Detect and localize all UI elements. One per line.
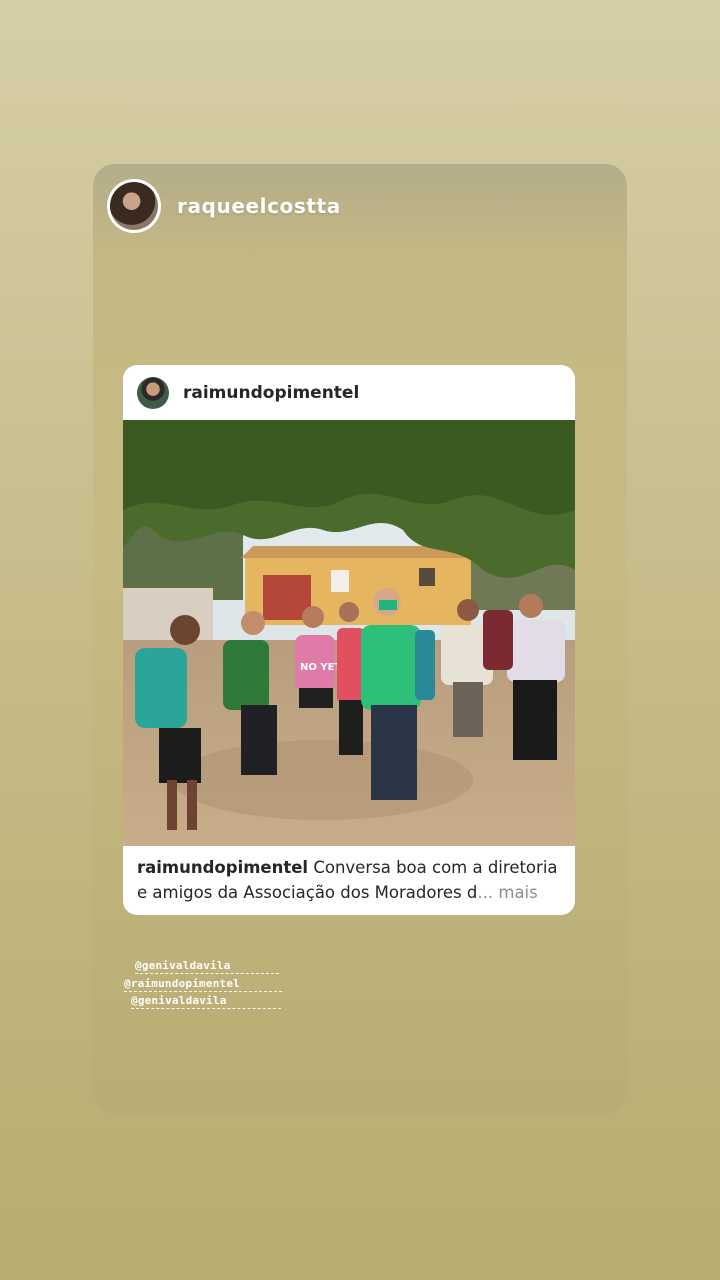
shared-post-card[interactable]: raimundopimentel NO YET raimundopimentel… xyxy=(123,365,575,915)
group-photo-illustration: NO YET xyxy=(123,420,575,846)
story-avatar[interactable] xyxy=(107,179,161,233)
post-photo[interactable]: NO YET xyxy=(123,420,575,846)
shirt-text: NO YET xyxy=(300,662,341,673)
caption-more-link[interactable]: mais xyxy=(498,883,537,902)
mention-tag[interactable]: @genivaldavila xyxy=(135,959,279,974)
story-header: raqueelcostta xyxy=(107,179,341,233)
post-avatar-icon[interactable] xyxy=(137,376,169,409)
caption-ellipsis: ... xyxy=(477,883,494,902)
post-username[interactable]: raimundopimentel xyxy=(183,383,359,403)
story-username[interactable]: raqueelcostta xyxy=(177,194,341,218)
mention-tag[interactable]: @genivaldavila xyxy=(131,994,281,1009)
mention-tag[interactable]: @raimundopimentel xyxy=(124,977,282,992)
post-caption: raimundopimentel Conversa boa com a dire… xyxy=(123,846,575,905)
post-header: raimundopimentel xyxy=(123,365,575,420)
profile-photo-icon xyxy=(110,182,158,230)
caption-username[interactable]: raimundopimentel xyxy=(137,858,308,877)
